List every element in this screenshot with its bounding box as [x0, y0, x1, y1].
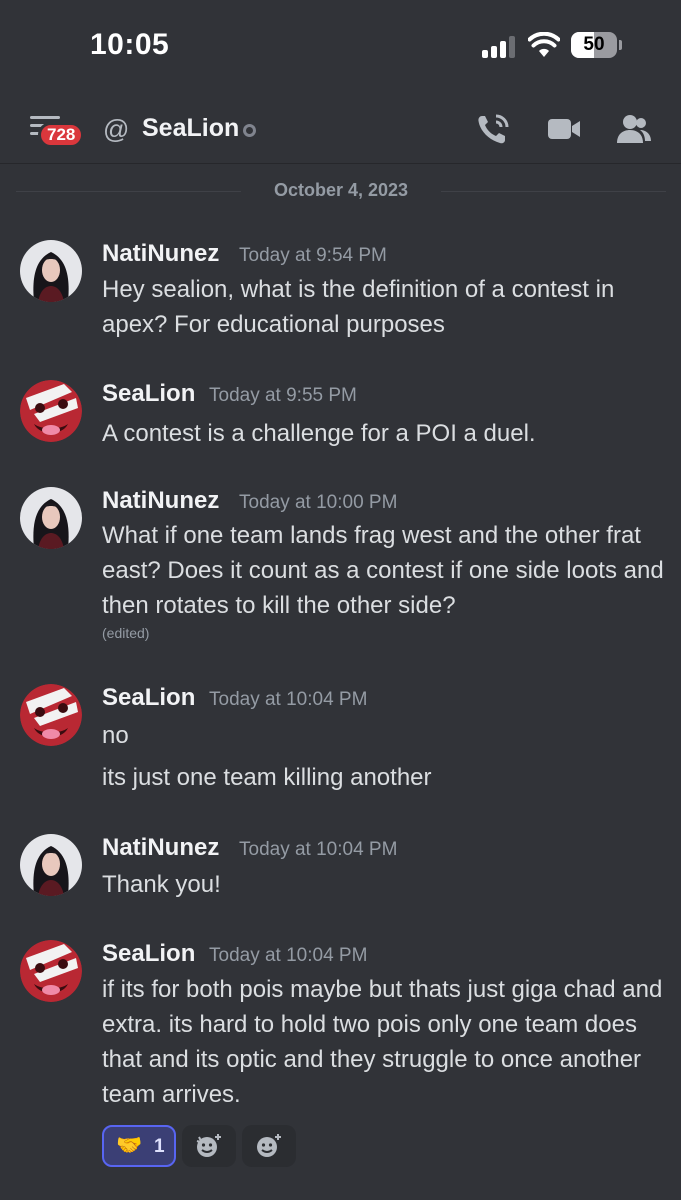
- video-call-icon[interactable]: [546, 112, 582, 146]
- super-reaction-icon: [196, 1134, 221, 1157]
- add-super-reaction-button[interactable]: [182, 1125, 236, 1167]
- author-name[interactable]: NatiNunez: [102, 834, 219, 862]
- avatar-sealion[interactable]: [20, 380, 82, 442]
- message-text: Thank you!: [102, 871, 221, 898]
- reaction-count: 1: [154, 1136, 165, 1157]
- status-bar: 10:05 50: [0, 0, 681, 92]
- clock: 10:05: [90, 28, 170, 61]
- offline-status-icon: [243, 124, 256, 137]
- handshake-icon: 🤝: [116, 1134, 143, 1157]
- message[interactable]: SeaLion Today at 9:55 PM A contest is a …: [0, 380, 681, 450]
- avatar-sealion[interactable]: [20, 684, 82, 746]
- message-timestamp: Today at 9:55 PM: [209, 385, 357, 406]
- author-name[interactable]: SeaLion: [102, 684, 195, 712]
- date-divider: October 4, 2023: [16, 180, 666, 204]
- message[interactable]: NatiNunez Today at 10:00 PM What if one …: [0, 487, 681, 647]
- battery-level: 50: [583, 34, 605, 55]
- author-name[interactable]: NatiNunez: [102, 240, 219, 268]
- channel-title[interactable]: SeaLion: [142, 114, 239, 143]
- voice-call-icon[interactable]: [476, 112, 512, 146]
- message[interactable]: SeaLion Today at 10:04 PM no its just on…: [0, 684, 681, 804]
- edited-label: (edited): [102, 625, 150, 641]
- message-timestamp: Today at 10:04 PM: [209, 689, 368, 710]
- message-timestamp: Today at 10:00 PM: [239, 492, 398, 513]
- message[interactable]: NatiNunez Today at 10:04 PM Thank you!: [0, 834, 681, 904]
- battery-icon: 50: [571, 32, 617, 58]
- add-reaction-icon: [257, 1134, 281, 1157]
- author-name[interactable]: SeaLion: [102, 380, 195, 408]
- wifi-icon: [528, 32, 560, 57]
- message-text: A contest is a challenge for a POI a due…: [102, 420, 536, 447]
- message-text: Hey sealion, what is the definition of a…: [102, 276, 615, 338]
- cellular-signal-icon: [482, 34, 520, 58]
- avatar-natinunez[interactable]: [20, 240, 82, 302]
- message-timestamp: Today at 10:04 PM: [239, 839, 398, 860]
- message-text: What if one team lands frag west and the…: [102, 522, 664, 619]
- unread-badge: 728: [38, 122, 85, 148]
- avatar-natinunez[interactable]: [20, 834, 82, 896]
- members-icon[interactable]: [616, 112, 652, 146]
- message-text: its just one team killing another: [102, 764, 432, 791]
- message-text: if its for both pois maybe but thats jus…: [102, 976, 663, 1108]
- author-name[interactable]: SeaLion: [102, 940, 195, 968]
- reaction-handshake[interactable]: 🤝 1: [102, 1125, 176, 1167]
- at-icon: @: [103, 114, 130, 144]
- battery-nub: [619, 40, 622, 50]
- channel-header: 728 @ SeaLion: [0, 92, 681, 164]
- avatar-natinunez[interactable]: [20, 487, 82, 549]
- message-text: no: [102, 722, 129, 749]
- message-timestamp: Today at 10:04 PM: [209, 945, 368, 966]
- message-timestamp: Today at 9:54 PM: [239, 245, 387, 266]
- message[interactable]: NatiNunez Today at 9:54 PM Hey sealion, …: [0, 240, 681, 340]
- avatar-sealion[interactable]: [20, 940, 82, 1002]
- author-name[interactable]: NatiNunez: [102, 487, 219, 515]
- add-reaction-button[interactable]: [242, 1125, 296, 1167]
